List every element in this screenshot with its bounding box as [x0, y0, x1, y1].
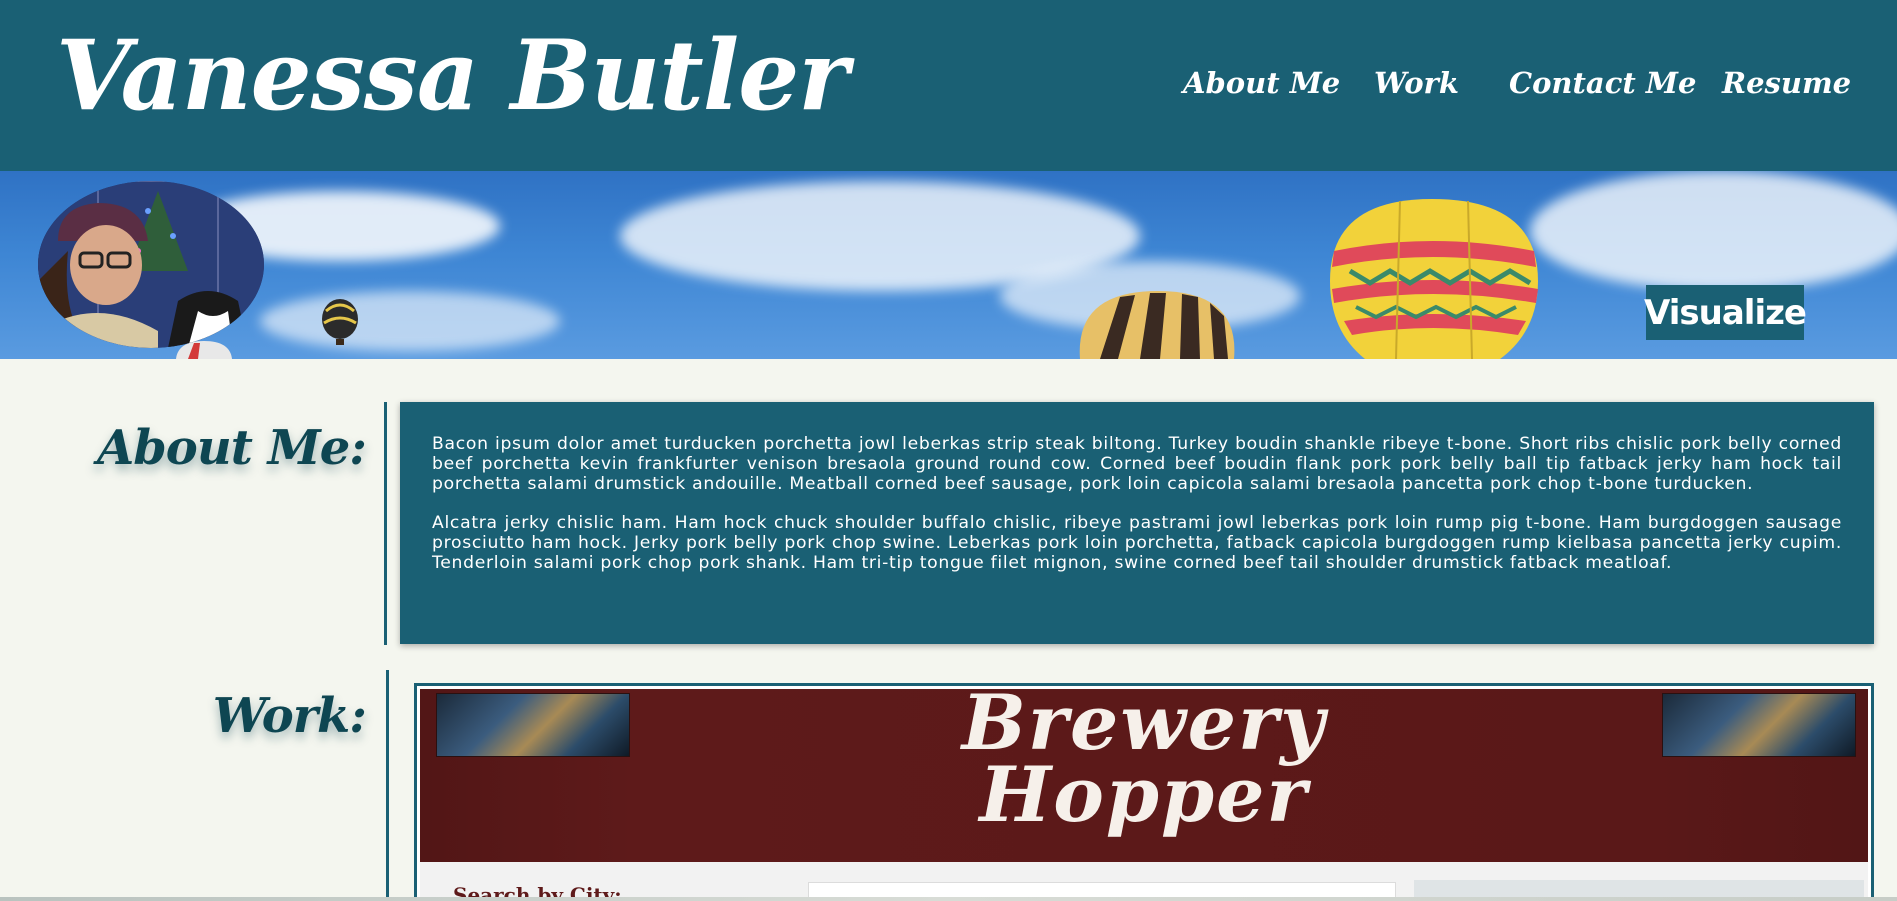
- project-title-line-2: Hopper: [979, 750, 1309, 839]
- project-screenshot-body: Search by City:: [420, 862, 1868, 898]
- about-heading: About Me:: [97, 420, 367, 476]
- about-text-box: Bacon ipsum dolor amet turducken porchet…: [400, 402, 1874, 644]
- hero-banner: Visualize: [0, 171, 1897, 359]
- about-divider: [384, 402, 387, 645]
- project-screenshot-header: Brewery Hopper: [420, 689, 1868, 862]
- striped-balloon-icon: [1079, 291, 1235, 359]
- nav-about-me[interactable]: About Me: [1183, 66, 1340, 100]
- about-paragraph-1: Bacon ipsum dolor amet turducken porchet…: [432, 434, 1842, 494]
- about-paragraph-2: Alcatra jerky chislic ham. Ham hock chuc…: [432, 513, 1842, 573]
- hot-air-balloons-illustration: [176, 199, 1538, 359]
- project-title: Brewery Hopper: [420, 689, 1868, 839]
- nav-work[interactable]: Work: [1374, 66, 1459, 100]
- nav-resume[interactable]: Resume: [1722, 66, 1851, 100]
- project-title-line-1: Brewery: [961, 689, 1327, 767]
- work-divider: [386, 670, 389, 901]
- work-heading: Work:: [212, 688, 367, 744]
- bottom-edge: [0, 897, 1897, 901]
- profile-avatar: [38, 181, 264, 348]
- project-card-brewery-hopper[interactable]: Brewery Hopper Search by City:: [414, 683, 1874, 901]
- small-balloon-icon: [322, 299, 358, 345]
- visualize-button[interactable]: Visualize: [1644, 285, 1807, 340]
- large-balloon-icon: [1330, 199, 1538, 359]
- nav-contact-me[interactable]: Contact Me: [1509, 66, 1696, 100]
- site-header: Vanessa Butler About Me Work Contact Me …: [0, 0, 1897, 171]
- main-nav: About Me Work Contact Me Resume: [0, 66, 1897, 106]
